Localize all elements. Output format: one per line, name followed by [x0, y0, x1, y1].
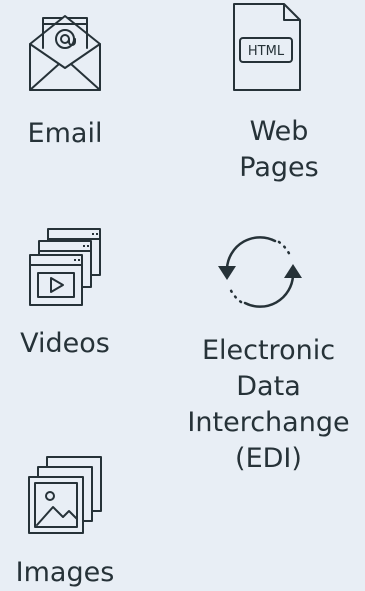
html-file-icon: HTML — [233, 3, 301, 91]
email-tile: Email — [0, 10, 130, 152]
email-envelope-icon — [29, 15, 101, 91]
images-label: Images — [15, 557, 115, 588]
email-label: Email — [27, 118, 103, 149]
video-windows-icon — [29, 228, 101, 306]
sync-arrows-icon — [218, 236, 302, 308]
image-gallery-icon — [28, 456, 102, 534]
videos-tile: Videos — [0, 227, 130, 362]
edi-tile: Electronic Data Interchange (EDI) — [172, 228, 365, 477]
web-pages-label: Web Pages — [239, 116, 319, 183]
images-tile: Images — [0, 455, 130, 591]
edi-label: Electronic Data Interchange (EDI) — [187, 335, 350, 474]
web-pages-tile: HTML Web Pages — [204, 2, 354, 186]
videos-label: Videos — [20, 328, 110, 359]
html-text: HTML — [248, 44, 285, 59]
